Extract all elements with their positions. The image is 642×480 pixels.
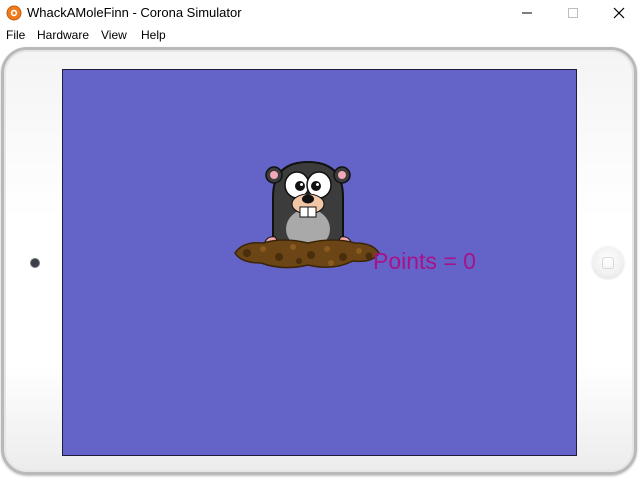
window-title: WhackAMoleFinn - Corona Simulator xyxy=(27,5,242,20)
home-button[interactable] xyxy=(592,247,624,279)
menu-help[interactable]: Help xyxy=(141,28,166,42)
menu-view[interactable]: View xyxy=(101,28,127,42)
menu-file[interactable]: File xyxy=(6,28,25,42)
maximize-button[interactable] xyxy=(550,0,596,26)
maximize-icon xyxy=(568,8,578,18)
menu-bar: File Hardware View Help xyxy=(0,26,642,44)
front-camera xyxy=(30,258,40,268)
mole-sprite[interactable] xyxy=(233,157,383,272)
home-button-icon xyxy=(602,257,614,269)
game-screen[interactable]: Points = 0 xyxy=(62,69,577,456)
minimize-button[interactable] xyxy=(504,0,550,26)
minimize-icon xyxy=(522,12,532,14)
menu-hardware[interactable]: Hardware xyxy=(37,28,89,42)
title-bar: WhackAMoleFinn - Corona Simulator xyxy=(0,0,642,26)
score-label: Points = 0 xyxy=(373,248,476,274)
close-icon xyxy=(613,7,625,19)
corona-app-icon xyxy=(6,5,22,21)
close-button[interactable] xyxy=(596,0,642,26)
